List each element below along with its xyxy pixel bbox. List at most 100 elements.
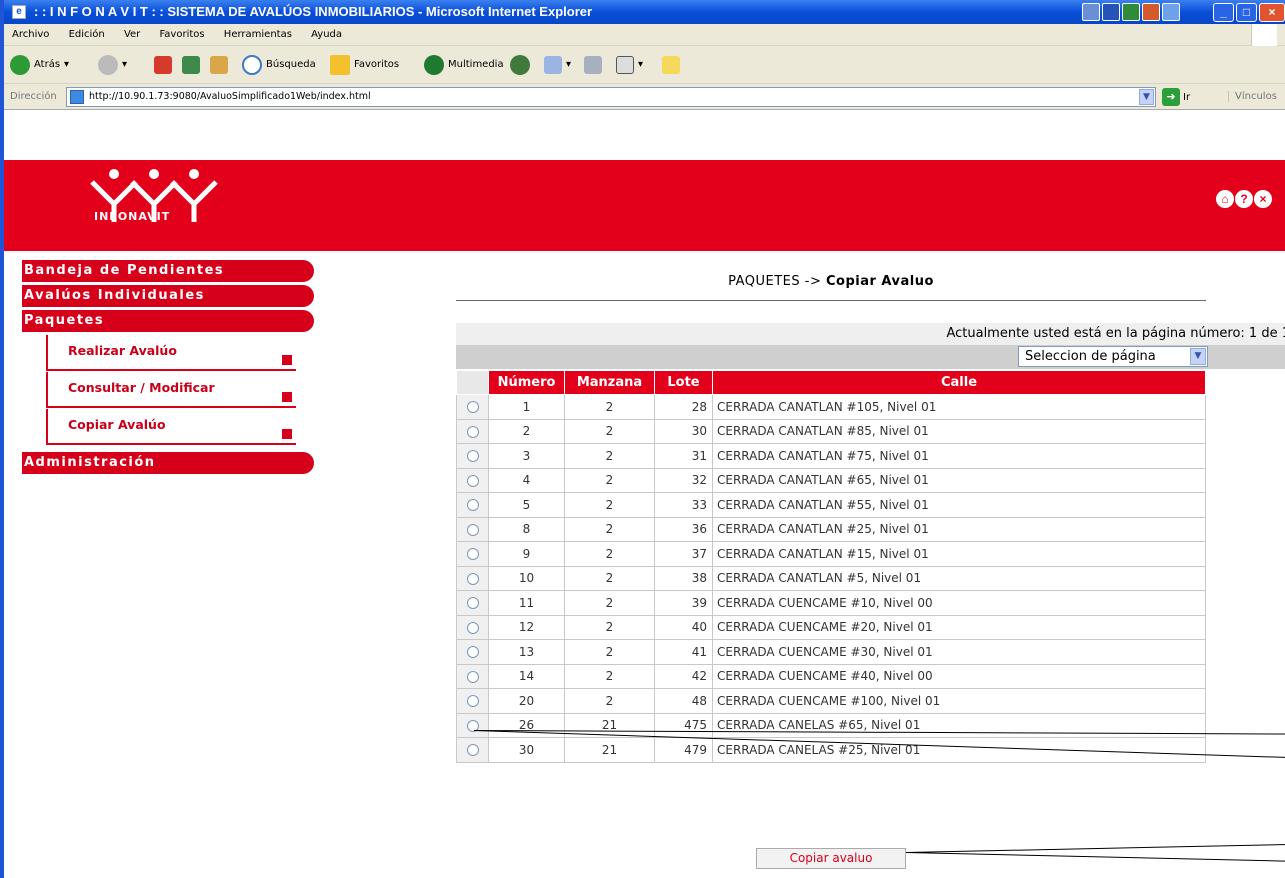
tray-app-icon[interactable] [1082,3,1100,21]
row-radio-cell[interactable] [456,614,489,640]
row-radio-cell[interactable] [456,590,489,616]
row-radio-cell[interactable] [456,516,489,542]
close-icon[interactable]: × [1254,190,1272,208]
row-radio-cell[interactable] [456,467,489,493]
sidebar-item-bandeja[interactable]: Bandeja de Pendientes [22,260,314,282]
row-select-radio[interactable] [466,695,479,708]
row-radio-cell[interactable] [456,565,489,591]
row-radio-cell[interactable] [456,712,489,738]
close-window-button[interactable]: × [1259,3,1285,22]
powerpoint-icon[interactable] [1142,3,1160,21]
table-row[interactable]: 5 2 33 CERRADA CANATLAN #55, Nivel 01 [456,492,1206,518]
subitem-label: Consultar / Modificar [68,380,215,395]
row-select-radio[interactable] [466,425,479,438]
row-select-radio[interactable] [466,474,479,487]
row-radio-cell[interactable] [456,639,489,665]
excel-icon[interactable] [1122,3,1140,21]
media-button[interactable]: Multimedia [424,54,504,76]
forward-button[interactable]: ▾ [98,54,127,76]
row-radio-cell[interactable] [456,394,489,420]
go-button[interactable]: ➜ Ir [1162,88,1190,106]
messenger-button[interactable] [662,54,680,76]
table-row[interactable]: 3 2 31 CERRADA CANATLAN #75, Nivel 01 [456,443,1206,469]
row-radio-cell[interactable] [456,737,489,763]
menu-ayuda[interactable]: Ayuda [311,29,342,40]
table-row[interactable]: 10 2 38 CERRADA CANATLAN #5, Nivel 01 [456,565,1206,591]
table-row[interactable]: 20 2 48 CERRADA CUENCAME #100, Nivel 01 [456,688,1206,714]
search-button[interactable]: Búsqueda [242,54,316,76]
cell-numero: 5 [488,492,565,518]
print-button[interactable] [584,54,602,76]
row-radio-cell[interactable] [456,688,489,714]
row-select-radio[interactable] [466,621,479,634]
minimize-button[interactable]: _ [1213,3,1234,22]
links-label[interactable]: Vínculos [1228,91,1277,102]
go-arrow-icon: ➜ [1162,88,1180,106]
copy-avaluo-button[interactable]: Copiar avaluo [756,848,906,869]
stop-button[interactable] [154,54,172,76]
address-dropdown-icon[interactable]: ▼ [1139,89,1154,105]
mail-button[interactable]: ▾ [544,54,571,76]
history-button[interactable] [510,54,530,76]
cell-lote: 36 [654,516,713,542]
row-select-radio[interactable] [466,523,479,536]
help-icon[interactable]: ? [1235,190,1253,208]
row-select-radio[interactable] [466,744,479,757]
home-button[interactable] [210,54,228,76]
sidebar-item-administracion[interactable]: Administración [22,452,314,474]
row-radio-cell[interactable] [456,443,489,469]
table-row[interactable]: 2 2 30 CERRADA CANATLAN #85, Nivel 01 [456,418,1206,444]
sidebar-item-avaluos-individuales[interactable]: Avalúos Individuales [22,285,314,307]
maximize-button[interactable]: □ [1236,3,1257,22]
row-radio-cell[interactable] [456,492,489,518]
row-select-radio[interactable] [466,450,479,463]
sidebar-subitem-copiar[interactable]: Copiar Avalúo [46,409,296,445]
cell-lote: 30 [654,418,713,444]
sidebar-subitem-realizar[interactable]: Realizar Avalúo [46,335,296,371]
cell-lote: 479 [654,737,713,763]
cell-calle: CERRADA CUENCAME #40, Nivel 00 [712,663,1206,689]
table-row[interactable]: 11 2 39 CERRADA CUENCAME #10, Nivel 00 [456,590,1206,616]
ie-page-icon: e [12,5,26,19]
row-select-radio[interactable] [466,499,479,512]
table-row[interactable]: 8 2 36 CERRADA CANATLAN #25, Nivel 01 [456,516,1206,542]
cell-numero: 10 [488,565,565,591]
word-icon[interactable] [1102,3,1120,21]
table-row[interactable]: 9 2 37 CERRADA CANATLAN #15, Nivel 01 [456,541,1206,567]
table-row[interactable]: 13 2 41 CERRADA CUENCAME #30, Nivel 01 [456,639,1206,665]
refresh-button[interactable] [182,54,200,76]
sidebar-subitem-consultar[interactable]: Consultar / Modificar [46,372,296,408]
row-select-radio[interactable] [466,670,479,683]
row-select-radio[interactable] [466,401,479,414]
word-doc-icon [616,56,634,74]
address-input[interactable]: http://10.90.1.73:9080/AvaluoSimplificad… [66,87,1156,107]
menu-herramientas[interactable]: Herramientas [224,29,292,40]
page-select[interactable]: Seleccion de página ▼ [1018,346,1208,367]
favorites-button[interactable]: Favoritos [330,54,399,76]
row-radio-cell[interactable] [456,541,489,567]
row-select-radio[interactable] [466,646,479,659]
outlook-icon[interactable] [1162,3,1180,21]
menu-favoritos[interactable]: Favoritos [159,29,204,40]
cell-numero: 12 [488,614,565,640]
menu-ver[interactable]: Ver [124,29,140,40]
table-row[interactable]: 12 2 40 CERRADA CUENCAME #20, Nivel 01 [456,614,1206,640]
back-button[interactable]: Atrás ▾ [10,54,69,76]
row-radio-cell[interactable] [456,418,489,444]
menu-archivo[interactable]: Archivo [12,29,49,40]
word-edit-button[interactable]: ▾ [616,54,643,76]
row-select-radio[interactable] [466,548,479,561]
row-select-radio[interactable] [466,597,479,610]
row-radio-cell[interactable] [456,663,489,689]
table-row[interactable]: 14 2 42 CERRADA CUENCAME #40, Nivel 00 [456,663,1206,689]
media-label: Multimedia [448,59,504,70]
table-row[interactable]: 4 2 32 CERRADA CANATLAN #65, Nivel 01 [456,467,1206,493]
row-select-radio[interactable] [466,572,479,585]
menu-edicion[interactable]: Edición [69,29,105,40]
arrow-icon [282,355,292,365]
sidebar-item-paquetes[interactable]: Paquetes [22,310,314,332]
home-icon[interactable]: ⌂ [1216,190,1234,208]
subitem-label: Realizar Avalúo [68,343,177,358]
table-row[interactable]: 1 2 28 CERRADA CANATLAN #105, Nivel 01 [456,394,1206,420]
star-icon [330,55,350,75]
